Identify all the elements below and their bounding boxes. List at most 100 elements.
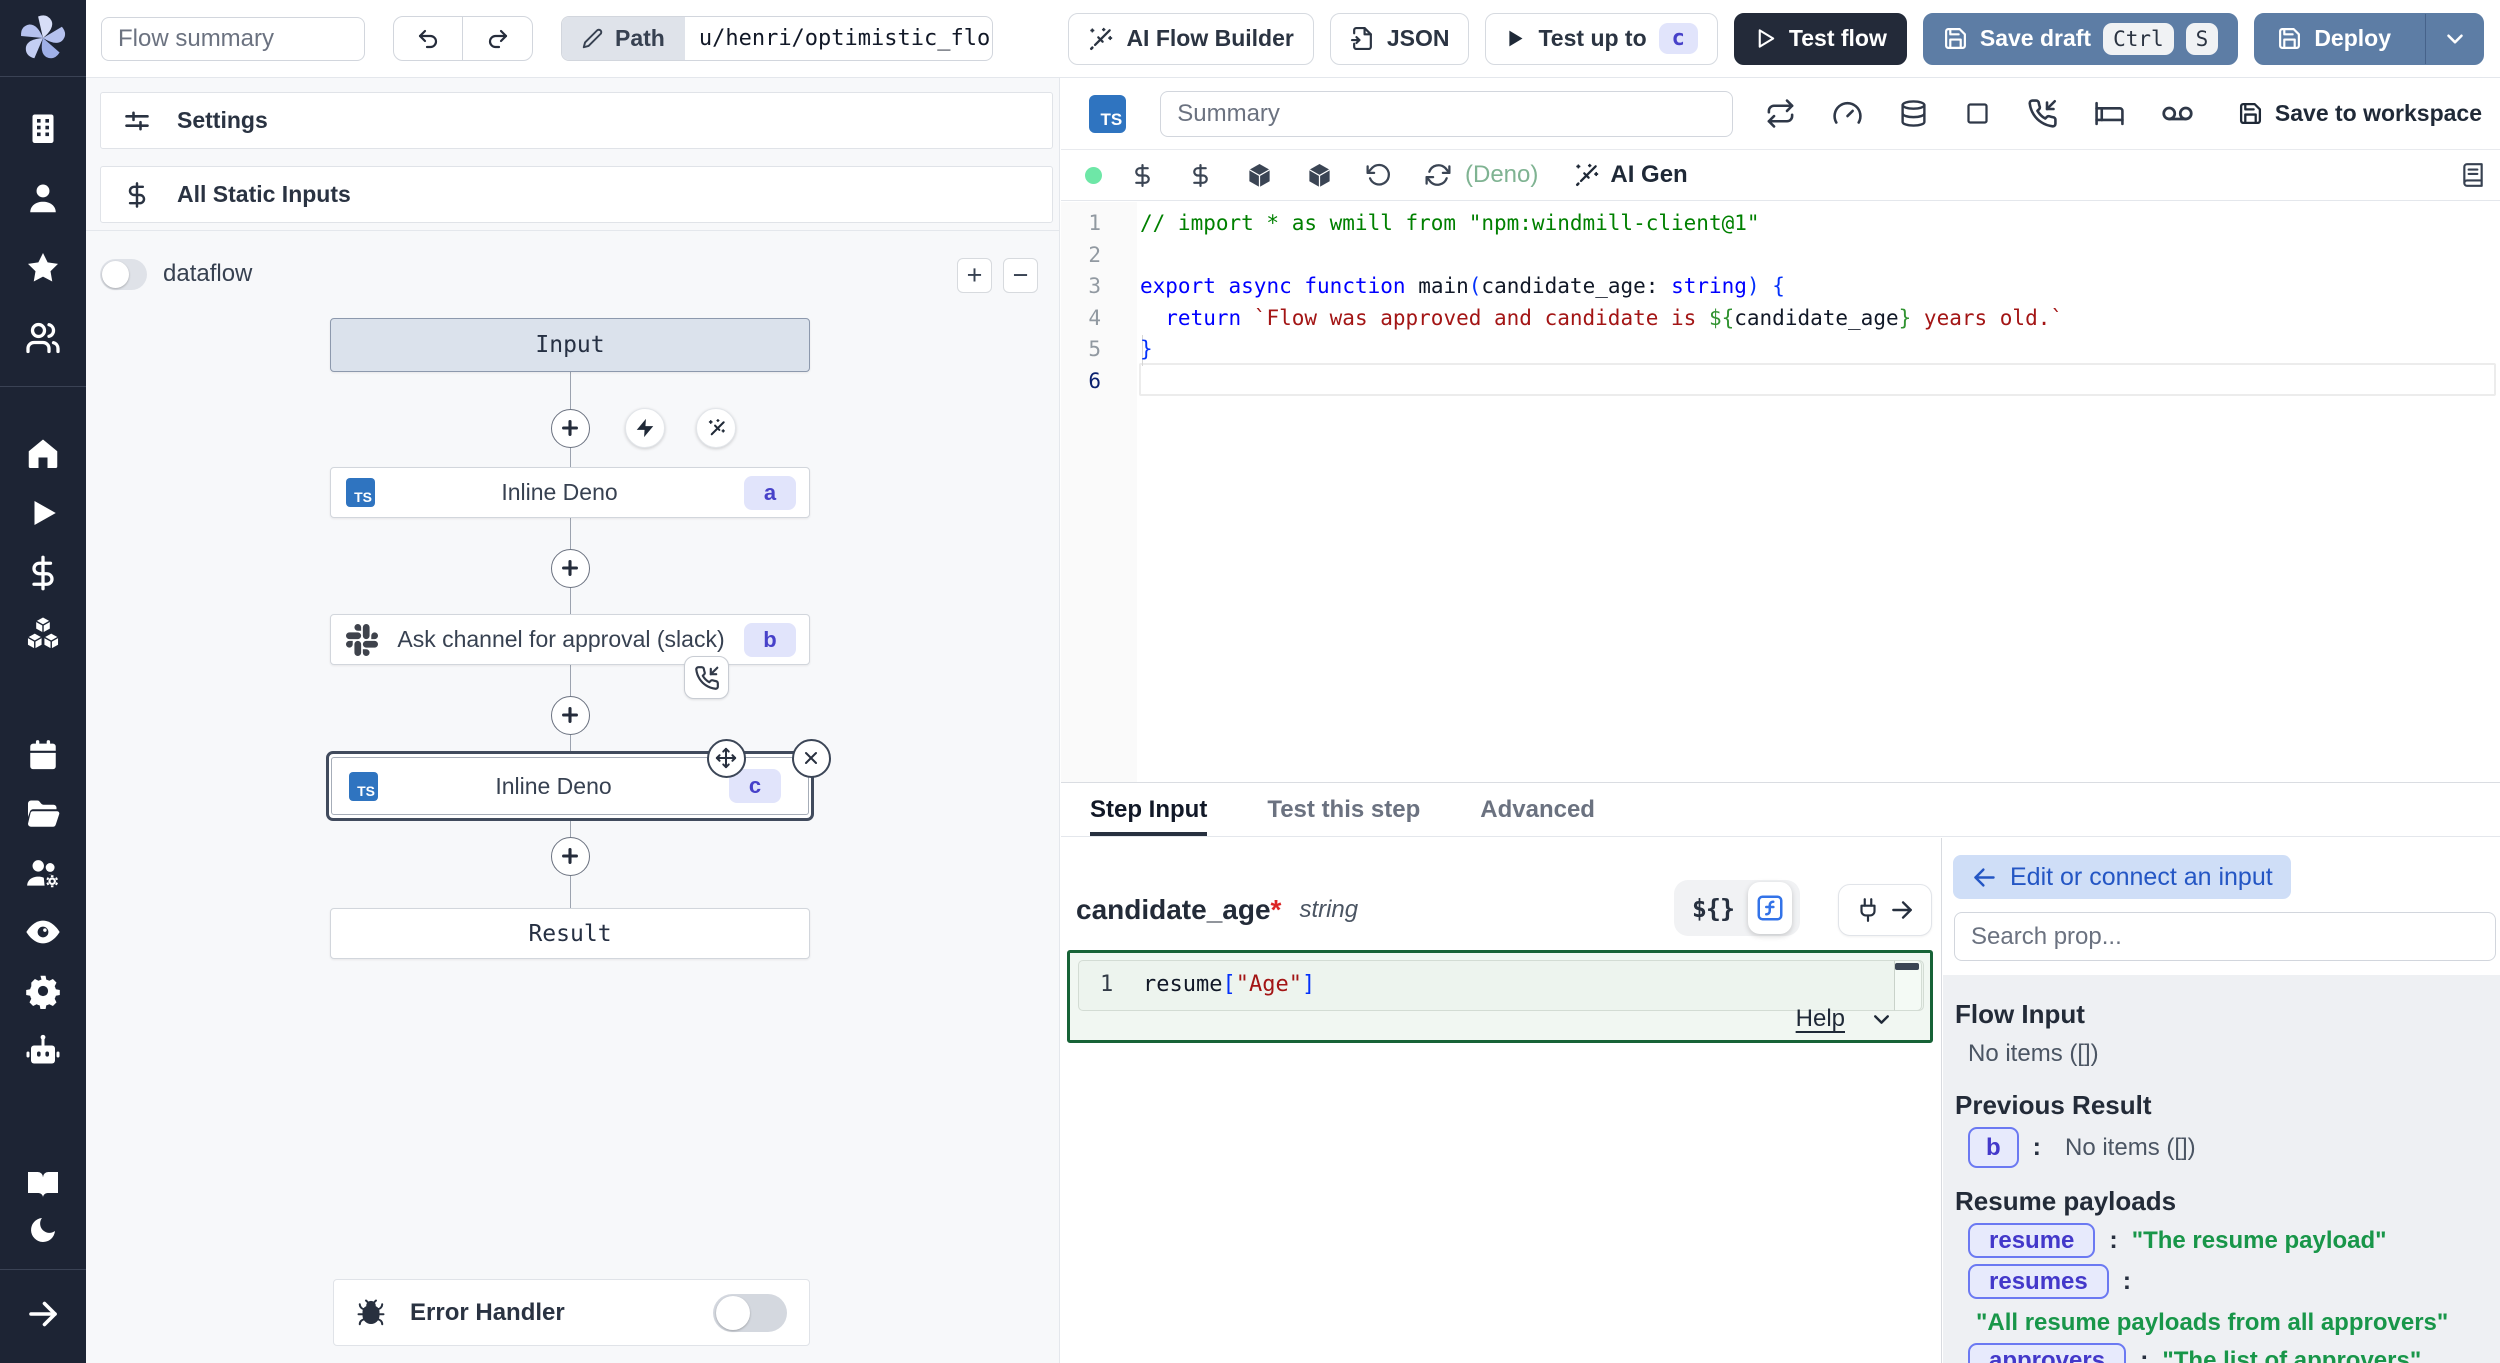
flow-node-result[interactable]: Result: [330, 908, 810, 959]
mock-icon[interactable]: [2161, 97, 2194, 130]
error-handler-toggle[interactable]: [713, 1294, 787, 1332]
sidebar-collapse-button[interactable]: [0, 1284, 86, 1344]
concurrency-icon[interactable]: [1832, 98, 1863, 129]
flow-editor-panel: Settings All Static Inputs dataflow + − …: [86, 78, 1060, 1363]
ts-label: TS: [1101, 110, 1123, 130]
sidebar-item-variables[interactable]: [0, 543, 86, 603]
sidebar-item-workspace[interactable]: [0, 93, 86, 163]
error-handler-row[interactable]: Error Handler: [333, 1279, 810, 1346]
save-to-workspace-button[interactable]: Save to workspace: [2238, 100, 2482, 127]
early-stop-icon[interactable]: [1964, 100, 1991, 127]
tab-advanced[interactable]: Advanced: [1480, 783, 1595, 836]
template-mode-button[interactable]: ${}: [1692, 894, 1734, 923]
connect-input-button[interactable]: [1838, 884, 1932, 936]
settings-row[interactable]: Settings: [100, 92, 1053, 149]
prop-chip-b[interactable]: b: [1968, 1127, 2019, 1168]
sidebar-item-user[interactable]: [0, 163, 86, 233]
deploy-button[interactable]: Deploy: [2255, 14, 2413, 64]
javascript-mode-button[interactable]: [1748, 882, 1792, 934]
zoom-in-button[interactable]: +: [957, 258, 992, 293]
test-up-to-button[interactable]: Test up to c: [1485, 13, 1717, 65]
all-static-inputs-row[interactable]: All Static Inputs: [100, 166, 1053, 223]
windmill-logo[interactable]: [0, 0, 86, 77]
sidebar-item-groups[interactable]: [0, 303, 86, 373]
library-icon[interactable]: [2460, 162, 2486, 188]
json-button[interactable]: JSON: [1330, 13, 1470, 65]
previous-result-empty: No items ([]): [2065, 1134, 2196, 1162]
prop-chip-approvers[interactable]: approvers: [1968, 1343, 2126, 1363]
prop-chip-resumes[interactable]: resumes: [1968, 1264, 2109, 1299]
sidebar-item-folders[interactable]: [0, 784, 86, 843]
tab-step-input[interactable]: Step Input: [1090, 783, 1207, 836]
sidebar-item-ai[interactable]: [0, 1020, 86, 1079]
undo-button[interactable]: [394, 17, 463, 60]
test-up-to-step-badge: c: [1659, 23, 1698, 54]
path-label: Path: [615, 25, 665, 52]
slack-icon: [346, 624, 378, 656]
sleep-icon[interactable]: [2094, 98, 2125, 129]
flow-node-a[interactable]: TS Inline Deno a: [330, 467, 810, 518]
suspend-approval-icon[interactable]: [684, 656, 729, 699]
add-step-button[interactable]: [551, 409, 590, 448]
flow-node-input[interactable]: Input: [330, 318, 810, 372]
assets-icon[interactable]: [1130, 163, 1155, 188]
summary-input[interactable]: Summary: [1160, 91, 1733, 137]
search-prop-input[interactable]: Search prop...: [1954, 912, 2496, 961]
sidebar-item-settings[interactable]: [0, 961, 86, 1020]
input-mode-toggle-group: ${}: [1674, 880, 1800, 936]
add-step-button[interactable]: [551, 696, 590, 735]
prop-chip-resume[interactable]: resume: [1968, 1223, 2095, 1258]
ai-gen-button[interactable]: AI Gen: [1574, 161, 1687, 189]
dataflow-toggle[interactable]: [100, 259, 147, 290]
sidebar-item-resources[interactable]: [0, 603, 86, 663]
tab-test-this-step[interactable]: Test this step: [1267, 783, 1420, 836]
deploy-dropdown-button[interactable]: [2425, 14, 2483, 64]
save-draft-button[interactable]: Save draft Ctrl S: [1923, 13, 2238, 65]
flow-summary-input[interactable]: Flow summary: [101, 17, 365, 61]
variables-icon[interactable]: [1188, 163, 1213, 188]
edit-or-connect-button[interactable]: Edit or connect an input: [1953, 855, 2291, 899]
sidebar-item-schedules[interactable]: [0, 725, 86, 784]
delete-node-button[interactable]: [792, 739, 831, 778]
redo-button[interactable]: [463, 17, 532, 60]
move-node-button[interactable]: [707, 739, 746, 778]
code-editor[interactable]: 1// import * as wmill from "npm:windmill…: [1061, 202, 2500, 782]
kbd-s: S: [2186, 23, 2219, 55]
test-flow-button[interactable]: Test flow: [1734, 13, 1907, 65]
line-number: 1: [1061, 208, 1101, 240]
package-icon[interactable]: [1306, 162, 1333, 189]
language-label[interactable]: (Deno): [1465, 161, 1538, 189]
sidebar-item-workers[interactable]: [0, 843, 86, 902]
ai-flow-builder-button[interactable]: AI Flow Builder: [1068, 13, 1313, 65]
ai-add-step-button[interactable]: [696, 408, 736, 448]
argument-type: string: [1299, 896, 1358, 924]
plug-icon: [1855, 897, 1881, 923]
add-step-button[interactable]: [551, 837, 590, 876]
reset-icon[interactable]: [1366, 162, 1392, 188]
suspend-icon[interactable]: [2027, 98, 2058, 129]
chevron-down-icon[interactable]: [1869, 1007, 1894, 1032]
sidebar-item-home[interactable]: [0, 423, 86, 483]
path-edit-button[interactable]: Path: [562, 17, 685, 60]
line-number: 3: [1061, 271, 1101, 303]
cache-icon[interactable]: [1899, 99, 1928, 128]
sidebar-item-docs[interactable]: [0, 1161, 86, 1207]
all-static-inputs-label: All Static Inputs: [177, 181, 351, 208]
package-icon[interactable]: [1246, 162, 1273, 189]
expression-editor[interactable]: 1 resume["Age"] Help: [1067, 950, 1933, 1043]
sidebar-item-audit-logs[interactable]: [0, 902, 86, 961]
path-value-input[interactable]: u/henri/optimistic_flo: [685, 17, 992, 60]
reload-icon[interactable]: [1425, 162, 1451, 188]
sidebar-item-favorites[interactable]: [0, 233, 86, 303]
zoom-out-button[interactable]: −: [1003, 258, 1038, 293]
sidebar-item-runs[interactable]: [0, 483, 86, 543]
line-number: 4: [1061, 303, 1101, 335]
add-trigger-button[interactable]: [625, 408, 665, 448]
retries-icon[interactable]: [1765, 98, 1796, 129]
expression-scrollbar[interactable]: [1894, 960, 1922, 1011]
help-link[interactable]: Help: [1796, 1005, 1845, 1033]
sidebar-item-dark-mode[interactable]: [0, 1207, 86, 1253]
add-step-button[interactable]: [551, 549, 590, 588]
flow-node-b[interactable]: Ask channel for approval (slack) b: [330, 614, 810, 665]
play-icon: [1754, 27, 1777, 50]
